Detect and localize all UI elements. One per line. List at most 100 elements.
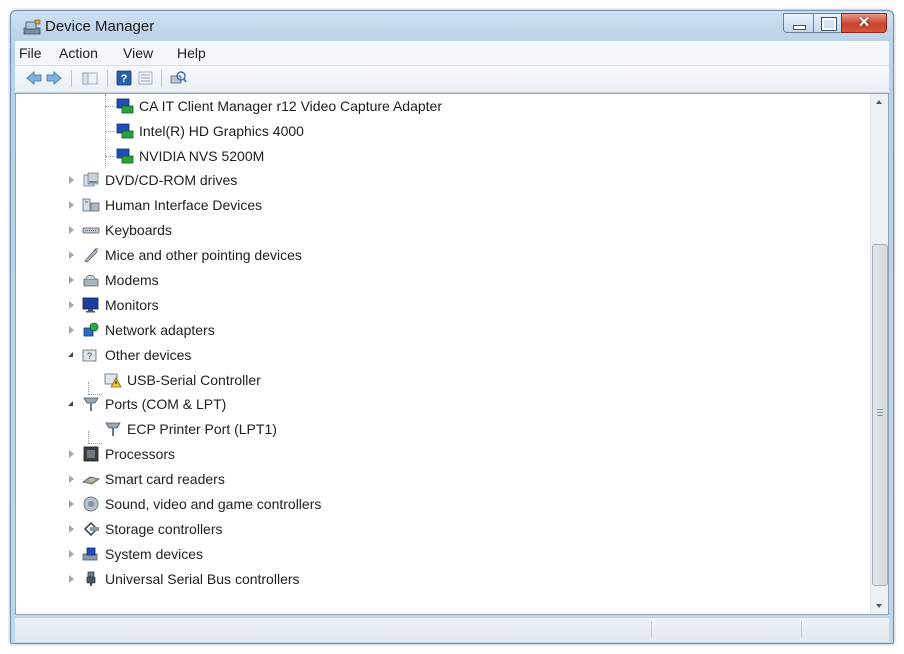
help-icon[interactable]: ? bbox=[115, 70, 133, 86]
device-tree-pane[interactable]: CA IT Client Manager r12 Video Capture A… bbox=[15, 93, 889, 615]
tree-item-label: DVD/CD-ROM drives bbox=[105, 172, 238, 188]
close-button[interactable]: ✕ bbox=[841, 13, 887, 33]
status-bar bbox=[15, 617, 889, 642]
properties-icon[interactable] bbox=[137, 70, 155, 86]
scrollbar-thumb[interactable] bbox=[872, 244, 888, 586]
title-bar[interactable]: Device Manager ✕ bbox=[11, 11, 893, 41]
storage-controller-icon bbox=[83, 521, 99, 537]
hid-icon bbox=[82, 198, 100, 212]
device-manager-app-icon bbox=[23, 19, 41, 35]
tree-guide bbox=[105, 106, 115, 107]
close-icon: ✕ bbox=[857, 14, 871, 31]
device-tree: CA IT Client Manager r12 Video Capture A… bbox=[16, 94, 871, 614]
tree-item-other-devices[interactable]: ? Other devices bbox=[82, 344, 191, 366]
tree-item-label: Mice and other pointing devices bbox=[105, 247, 302, 263]
tree-item-dvd-cd-rom[interactable]: DVD/CD-ROM drives bbox=[82, 169, 237, 191]
maximize-button[interactable] bbox=[813, 13, 841, 33]
expand-arrow[interactable] bbox=[69, 450, 74, 458]
window-title: Device Manager bbox=[45, 18, 155, 35]
collapse-arrow[interactable] bbox=[68, 401, 73, 406]
toolbar: ? bbox=[15, 66, 889, 93]
tree-item-label: Ports (COM & LPT) bbox=[105, 396, 227, 412]
tree-item-label: Smart card readers bbox=[105, 471, 225, 487]
sound-device-icon bbox=[83, 496, 99, 512]
expand-arrow[interactable] bbox=[69, 575, 74, 583]
minimize-button[interactable] bbox=[783, 13, 813, 33]
expand-arrow[interactable] bbox=[69, 201, 74, 209]
tree-item-ports[interactable]: Ports (COM & LPT) bbox=[82, 393, 226, 415]
expand-arrow[interactable] bbox=[69, 176, 74, 184]
svg-text:?: ? bbox=[121, 73, 128, 85]
expand-arrow[interactable] bbox=[69, 276, 74, 284]
tree-item-label: Processors bbox=[105, 446, 176, 462]
expand-arrow[interactable] bbox=[69, 550, 74, 558]
vertical-scrollbar[interactable] bbox=[870, 94, 888, 614]
modem-icon bbox=[83, 274, 99, 287]
expand-arrow[interactable] bbox=[69, 500, 74, 508]
expand-arrow[interactable] bbox=[69, 525, 74, 533]
thumb-grip bbox=[877, 415, 883, 416]
tree-item-human-interface-devices[interactable]: Human Interface Devices bbox=[82, 194, 262, 216]
tree-item-label: Other devices bbox=[105, 347, 192, 363]
back-icon[interactable] bbox=[25, 70, 43, 86]
tree-item-label: Monitors bbox=[105, 297, 159, 313]
tree-item-smart-card-readers[interactable]: Smart card readers bbox=[82, 468, 225, 490]
tree-item-modems[interactable]: Modems bbox=[82, 269, 159, 291]
expand-arrow[interactable] bbox=[69, 301, 74, 309]
tree-item-intel-hd-graphics[interactable]: Intel(R) HD Graphics 4000 bbox=[116, 120, 304, 142]
scan-hardware-icon[interactable] bbox=[169, 70, 187, 86]
tree-item-ca-video-capture[interactable]: CA IT Client Manager r12 Video Capture A… bbox=[116, 95, 442, 117]
expand-arrow[interactable] bbox=[69, 326, 74, 334]
scroll-up-button[interactable] bbox=[871, 94, 888, 111]
tree-item-label: NVIDIA NVS 5200M bbox=[139, 148, 265, 164]
toolbar-separator bbox=[107, 70, 108, 87]
tree-item-keyboards[interactable]: Keyboards bbox=[82, 219, 172, 241]
tree-item-usb-serial-controller[interactable]: USB-Serial Controller bbox=[104, 369, 261, 391]
tree-guide bbox=[88, 431, 89, 443]
tree-guide bbox=[105, 131, 115, 132]
warning-device-icon bbox=[104, 373, 122, 388]
tree-item-system-devices[interactable]: System devices bbox=[82, 543, 203, 565]
dvd-drive-icon bbox=[83, 172, 99, 187]
mouse-icon bbox=[84, 248, 99, 263]
menu-help[interactable]: Help bbox=[177, 45, 206, 61]
forward-icon[interactable] bbox=[45, 70, 63, 86]
tree-item-storage-controllers[interactable]: Storage controllers bbox=[82, 518, 223, 540]
tree-item-processors[interactable]: Processors bbox=[82, 443, 175, 465]
tree-item-network-adapters[interactable]: Network adapters bbox=[82, 319, 215, 341]
collapse-arrow[interactable] bbox=[68, 352, 73, 357]
toolbar-separator bbox=[161, 70, 162, 87]
expand-arrow[interactable] bbox=[69, 251, 74, 259]
network-adapter-icon bbox=[83, 322, 99, 337]
tree-item-monitors[interactable]: Monitors bbox=[82, 294, 159, 316]
display-adapter-icon bbox=[116, 123, 134, 139]
smart-card-reader-icon bbox=[82, 476, 100, 485]
menu-bar: File Action View Help bbox=[15, 41, 889, 66]
tree-item-label: Intel(R) HD Graphics 4000 bbox=[139, 123, 304, 139]
menu-view[interactable]: View bbox=[123, 45, 153, 61]
expand-arrow[interactable] bbox=[69, 226, 74, 234]
window-controls: ✕ bbox=[783, 13, 887, 35]
port-icon bbox=[83, 397, 99, 411]
tree-item-mice[interactable]: Mice and other pointing devices bbox=[82, 244, 302, 266]
show-hide-console-tree-icon[interactable] bbox=[81, 70, 99, 86]
menu-file[interactable]: File bbox=[19, 45, 42, 61]
tree-item-sound-video-game[interactable]: Sound, video and game controllers bbox=[82, 493, 321, 515]
scroll-down-button[interactable] bbox=[871, 597, 888, 614]
tree-item-label: Storage controllers bbox=[105, 521, 223, 537]
display-adapter-icon bbox=[116, 148, 134, 164]
expand-arrow[interactable] bbox=[69, 475, 74, 483]
tree-item-label: System devices bbox=[105, 546, 204, 562]
tree-item-ecp-printer-port[interactable]: ECP Printer Port (LPT1) bbox=[104, 418, 277, 440]
monitor-icon bbox=[82, 297, 99, 313]
menu-action[interactable]: Action bbox=[59, 45, 98, 61]
usb-controller-icon bbox=[86, 571, 96, 586]
tree-item-label: Sound, video and game controllers bbox=[105, 496, 322, 512]
port-icon bbox=[105, 422, 121, 436]
tree-item-usb-controllers[interactable]: Universal Serial Bus controllers bbox=[82, 568, 300, 590]
thumb-grip bbox=[877, 409, 883, 410]
tree-item-nvidia-nvs[interactable]: NVIDIA NVS 5200M bbox=[116, 145, 264, 167]
display-adapter-icon bbox=[116, 98, 134, 114]
tree-item-label: Network adapters bbox=[105, 322, 215, 338]
status-pane-divider bbox=[651, 621, 652, 638]
